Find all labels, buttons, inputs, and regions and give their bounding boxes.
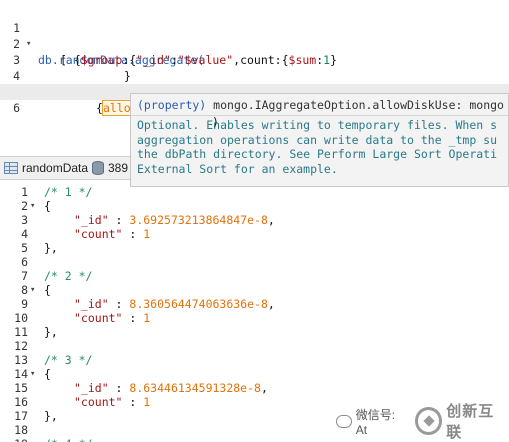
editor-line: 4 }], [0, 52, 509, 99]
editor-line: ) [0, 98, 219, 129]
json-key: "_id" [74, 297, 109, 311]
result-code: "_id" : 8.63446134591328e-8, [74, 381, 268, 395]
json-value: 3.692573213864847e-8 [129, 213, 268, 227]
result-code: }, [44, 325, 58, 339]
line-number: 17 [14, 409, 28, 423]
line-number: 10 [14, 311, 28, 325]
wechat-icon [336, 414, 352, 428]
line-number: 13 [14, 353, 28, 367]
json-separator: : [122, 227, 144, 241]
line-number: 9 [21, 297, 28, 311]
tooltip-description: Optional. Enables writing to temporary f… [137, 118, 498, 176]
brand-name: 创新互联 [446, 403, 495, 441]
result-line: 12 [0, 339, 509, 353]
collection-tab[interactable]: randomData [4, 161, 88, 175]
json-separator: : [108, 297, 130, 311]
json-separator: : [108, 213, 130, 227]
result-line: 3 "_id" : 3.692573213864847e-8, [0, 213, 509, 227]
tooltip-signature: (property) mongo.IAggregateOption.allowD… [137, 98, 504, 112]
result-code: /* 1 */ [44, 185, 93, 199]
line-number: 12 [14, 339, 28, 353]
signature-kind: (property) [137, 98, 207, 112]
result-code: "count" : 1 [74, 227, 150, 241]
result-code: "count" : 1 [74, 311, 150, 325]
editor-line: 5 {allowDiskUse : true} [0, 68, 509, 116]
line-number: 8 [21, 283, 28, 297]
editor-line: 3 } [0, 36, 509, 83]
result-code: "_id" : 8.360564474063636e-8, [74, 297, 275, 311]
line-number: 14 [14, 367, 28, 381]
result-code: }, [44, 241, 58, 255]
json-separator: : [122, 311, 144, 325]
json-tail: , [267, 297, 275, 311]
fold-toggle-icon[interactable]: ▾ [30, 283, 35, 297]
line-number: 18 [14, 423, 28, 437]
result-line: 7 /* 2 */ [0, 269, 509, 283]
result-line: 2 ▾ { [0, 199, 509, 213]
line-number: 1 [21, 185, 28, 199]
line-number: 3 [21, 213, 28, 227]
table-icon [4, 162, 18, 174]
result-line: 6 [0, 255, 509, 269]
tooltip-divider [131, 115, 508, 116]
line-number: 19 [0, 437, 28, 442]
result-line: 14 ▾ { [0, 367, 509, 381]
line-number: 15 [14, 381, 28, 395]
result-code: }, [44, 409, 58, 423]
fold-toggle-icon[interactable]: ▾ [30, 199, 35, 213]
editor-line: 2 [ {$group:{"_id":"$value",count:{$sum:… [0, 20, 509, 67]
line-number: 16 [14, 395, 28, 409]
result-line: 11}, [0, 325, 509, 339]
json-separator: : [122, 395, 144, 409]
result-code: "_id" : 3.692573213864847e-8, [74, 213, 275, 227]
json-tail: , [267, 213, 275, 227]
result-code: { [44, 367, 51, 381]
line-number: 5 [21, 241, 28, 255]
json-key: "count" [74, 227, 123, 241]
json-key: "count" [74, 311, 123, 325]
json-value: 1 [143, 395, 151, 409]
result-line: 9 "_id" : 8.360564474063636e-8, [0, 297, 509, 311]
result-line: 15 "_id" : 8.63446134591328e-8, [0, 381, 509, 395]
json-key: "count" [74, 395, 123, 409]
wechat-label: 微信号: At [355, 407, 396, 437]
result-line: 10 "count" : 1 [0, 311, 509, 325]
result-line: 13 /* 3 */ [0, 353, 509, 367]
json-tail: , [260, 381, 268, 395]
result-line: 8 ▾ { [0, 283, 509, 297]
json-value: 8.360564474063636e-8 [129, 297, 268, 311]
json-value: 1 [143, 311, 151, 325]
line-number: 6 [21, 255, 28, 269]
brand-logo-icon [414, 407, 443, 435]
json-separator: : [108, 381, 130, 395]
signature-text: mongo.IAggregateOption.allowDiskUse: mon… [206, 98, 504, 112]
fold-toggle-icon[interactable]: ▾ [30, 367, 35, 381]
result-code: "count" : 1 [74, 395, 150, 409]
database-icon [92, 161, 104, 175]
code-text: ) [212, 115, 219, 129]
result-code: /* 4 */ [44, 437, 92, 442]
intellisense-tooltip: (property) mongo.IAggregateOption.allowD… [130, 93, 509, 187]
line-number: 4 [21, 227, 28, 241]
editor-line: 1 ▾ db.randomData.aggregate( [0, 4, 509, 67]
json-key: "_id" [74, 381, 109, 395]
result-line: 5}, [0, 241, 509, 255]
result-code: { [44, 283, 51, 297]
document-count-value: 389 [108, 161, 129, 175]
result-line: 4 "count" : 1 [0, 227, 509, 241]
collection-name: randomData [22, 161, 89, 175]
json-value: 1 [143, 227, 151, 241]
result-code: /* 2 */ [44, 269, 93, 283]
line-number: 7 [21, 269, 28, 283]
document-count: 389 [92, 161, 128, 175]
line-number: 2 [21, 199, 28, 213]
result-line: 1 /* 1 */ [0, 185, 509, 199]
json-value: 8.63446134591328e-8 [129, 381, 261, 395]
json-key: "_id" [74, 213, 109, 227]
watermark: 微信号: At 创新互联 [336, 403, 509, 441]
results-viewer[interactable]: 1/* 1 */2 ▾{3 "_id" : 3.692573213864847e-8… [0, 181, 509, 442]
result-code: { [44, 199, 51, 213]
result-code: /* 3 */ [44, 353, 93, 367]
line-number: 11 [14, 325, 28, 339]
